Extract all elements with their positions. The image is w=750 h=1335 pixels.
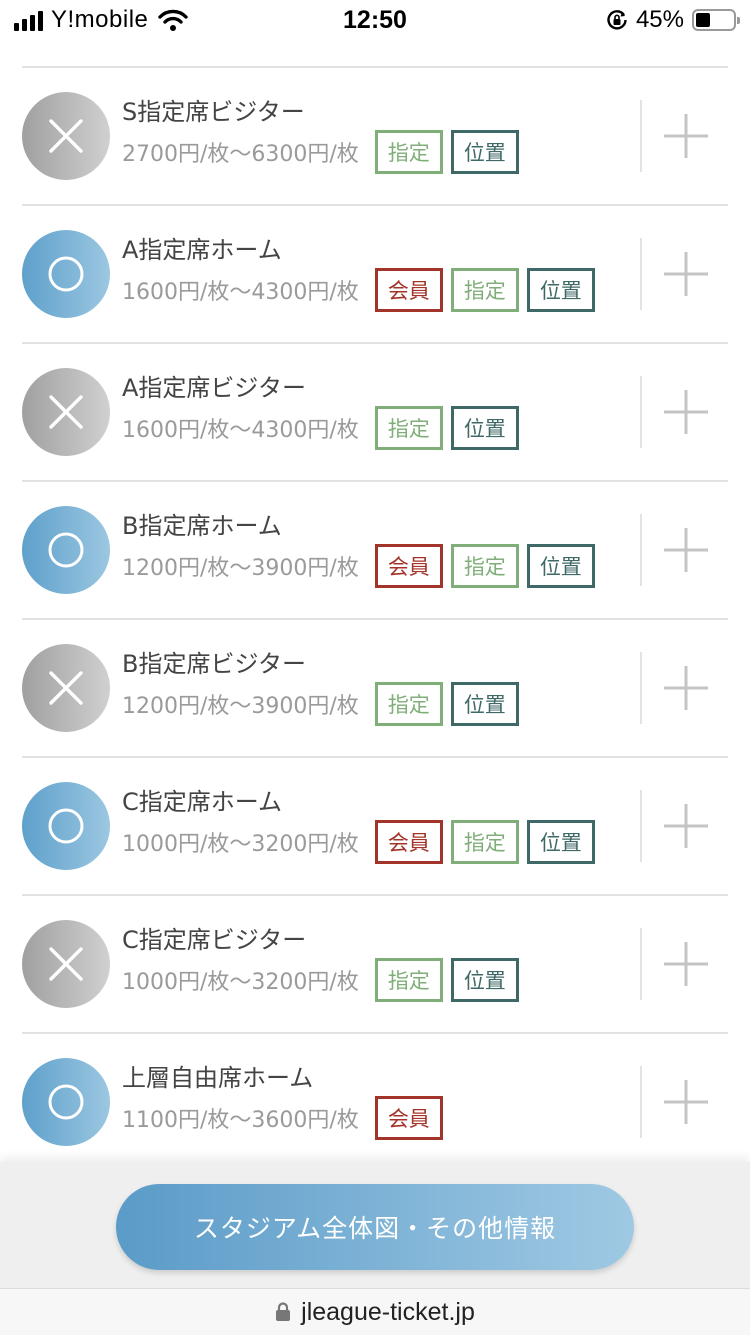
- location-tag[interactable]: 位置: [450, 958, 519, 1002]
- available-circle-icon: [22, 782, 110, 870]
- price-and-tags: 1000円/枚〜3200円/枚 会員 指定 位置: [122, 820, 603, 864]
- seat-name: C指定席ホーム: [122, 788, 283, 816]
- reserved-tag: 指定: [374, 682, 443, 726]
- vertical-divider: [640, 100, 642, 172]
- price-range: 1600円/枚〜4300円/枚: [122, 280, 359, 305]
- seat-name: B指定席ホーム: [122, 512, 282, 540]
- price-and-tags: 1600円/枚〜4300円/枚 指定 位置: [122, 406, 527, 450]
- unavailable-x-icon: [22, 644, 110, 732]
- vertical-divider: [640, 1066, 642, 1138]
- battery-icon: [692, 9, 740, 31]
- location-tag[interactable]: 位置: [450, 130, 519, 174]
- price-range: 1100円/枚〜3600円/枚: [122, 1108, 359, 1133]
- seat-row[interactable]: B指定席ホーム 1200円/枚〜3900円/枚 会員 指定 位置: [22, 482, 728, 620]
- battery-level: [696, 13, 710, 27]
- reserved-tag: 指定: [374, 958, 443, 1002]
- browser-url-bar[interactable]: jleague-ticket.jp: [0, 1288, 750, 1335]
- seat-name: S指定席ビジター: [122, 98, 305, 126]
- available-circle-icon: [22, 1058, 110, 1146]
- available-circle-icon: [22, 230, 110, 318]
- price-and-tags: 1000円/枚〜3200円/枚 指定 位置: [122, 958, 527, 1002]
- expand-plus-icon[interactable]: [662, 802, 710, 850]
- expand-plus-icon[interactable]: [662, 388, 710, 436]
- seat-name: C指定席ビジター: [122, 926, 307, 954]
- seat-row[interactable]: S指定席ビジター 2700円/枚〜6300円/枚 指定 位置: [22, 68, 728, 206]
- location-tag[interactable]: 位置: [526, 820, 595, 864]
- vertical-divider: [640, 652, 642, 724]
- price-and-tags: 1600円/枚〜4300円/枚 会員 指定 位置: [122, 268, 603, 312]
- member-tag: 会員: [374, 544, 443, 588]
- seat-row[interactable]: A指定席ビジター 1600円/枚〜4300円/枚 指定 位置: [22, 344, 728, 482]
- price-range: 1600円/枚〜4300円/枚: [122, 418, 359, 443]
- location-tag[interactable]: 位置: [450, 406, 519, 450]
- seat-row[interactable]: C指定席ホーム 1000円/枚〜3200円/枚 会員 指定 位置: [22, 758, 728, 896]
- vertical-divider: [640, 928, 642, 1000]
- location-tag[interactable]: 位置: [526, 268, 595, 312]
- location-tag[interactable]: 位置: [526, 544, 595, 588]
- price-and-tags: 2700円/枚〜6300円/枚 指定 位置: [122, 130, 527, 174]
- vertical-divider: [640, 790, 642, 862]
- location-tag[interactable]: 位置: [450, 682, 519, 726]
- available-circle-icon: [22, 506, 110, 594]
- price-range: 1000円/枚〜3200円/枚: [122, 970, 359, 995]
- unavailable-x-icon: [22, 92, 110, 180]
- seat-list: S指定席ビジター 2700円/枚〜6300円/枚 指定 位置 A指定席ホーム 1600円/…: [22, 66, 728, 1172]
- seat-name: A指定席ホーム: [122, 236, 282, 264]
- price-range: 1000円/枚〜3200円/枚: [122, 832, 359, 857]
- price-range: 2700円/枚〜6300円/枚: [122, 142, 359, 167]
- price-range: 1200円/枚〜3900円/枚: [122, 694, 359, 719]
- battery-percentage: 45%: [635, 6, 684, 33]
- seat-row[interactable]: C指定席ビジター 1000円/枚〜3200円/枚 指定 位置: [22, 896, 728, 1034]
- vertical-divider: [640, 238, 642, 310]
- vertical-divider: [640, 514, 642, 586]
- expand-plus-icon[interactable]: [662, 250, 710, 298]
- vertical-divider: [640, 376, 642, 448]
- seat-name: A指定席ビジター: [122, 374, 306, 402]
- expand-plus-icon[interactable]: [662, 664, 710, 712]
- stadium-info-button[interactable]: スタジアム全体図・その他情報: [116, 1184, 634, 1270]
- expand-plus-icon[interactable]: [662, 1078, 710, 1126]
- seat-name: 上層自由席ホーム: [122, 1064, 314, 1092]
- seat-row[interactable]: 上層自由席ホーム 1100円/枚〜3600円/枚 会員: [22, 1034, 728, 1172]
- expand-plus-icon[interactable]: [662, 526, 710, 574]
- price-and-tags: 1200円/枚〜3900円/枚 指定 位置: [122, 682, 527, 726]
- price-range: 1200円/枚〜3900円/枚: [122, 556, 359, 581]
- lock-icon: [276, 1302, 291, 1321]
- expand-plus-icon[interactable]: [662, 112, 710, 160]
- price-and-tags: 1100円/枚〜3600円/枚 会員: [122, 1096, 451, 1140]
- member-tag: 会員: [374, 1096, 443, 1140]
- url-text: jleague-ticket.jp: [301, 1297, 475, 1326]
- reserved-tag: 指定: [374, 406, 443, 450]
- unavailable-x-icon: [22, 920, 110, 1008]
- member-tag: 会員: [374, 268, 443, 312]
- seat-row[interactable]: A指定席ホーム 1600円/枚〜4300円/枚 会員 指定 位置: [22, 206, 728, 344]
- reserved-tag: 指定: [450, 268, 519, 312]
- orientation-lock-icon: [607, 10, 627, 30]
- seat-row[interactable]: B指定席ビジター 1200円/枚〜3900円/枚 指定 位置: [22, 620, 728, 758]
- member-tag: 会員: [374, 820, 443, 864]
- status-bar-right: 45%: [606, 6, 740, 34]
- status-bar: Y!mobile 12:50 45%: [0, 0, 750, 40]
- expand-plus-icon[interactable]: [662, 940, 710, 988]
- price-and-tags: 1200円/枚〜3900円/枚 会員 指定 位置: [122, 544, 603, 588]
- reserved-tag: 指定: [374, 130, 443, 174]
- unavailable-x-icon: [22, 368, 110, 456]
- reserved-tag: 指定: [450, 820, 519, 864]
- seat-name: B指定席ビジター: [122, 650, 306, 678]
- reserved-tag: 指定: [450, 544, 519, 588]
- bottom-action-area: スタジアム全体図・その他情報: [0, 1162, 750, 1288]
